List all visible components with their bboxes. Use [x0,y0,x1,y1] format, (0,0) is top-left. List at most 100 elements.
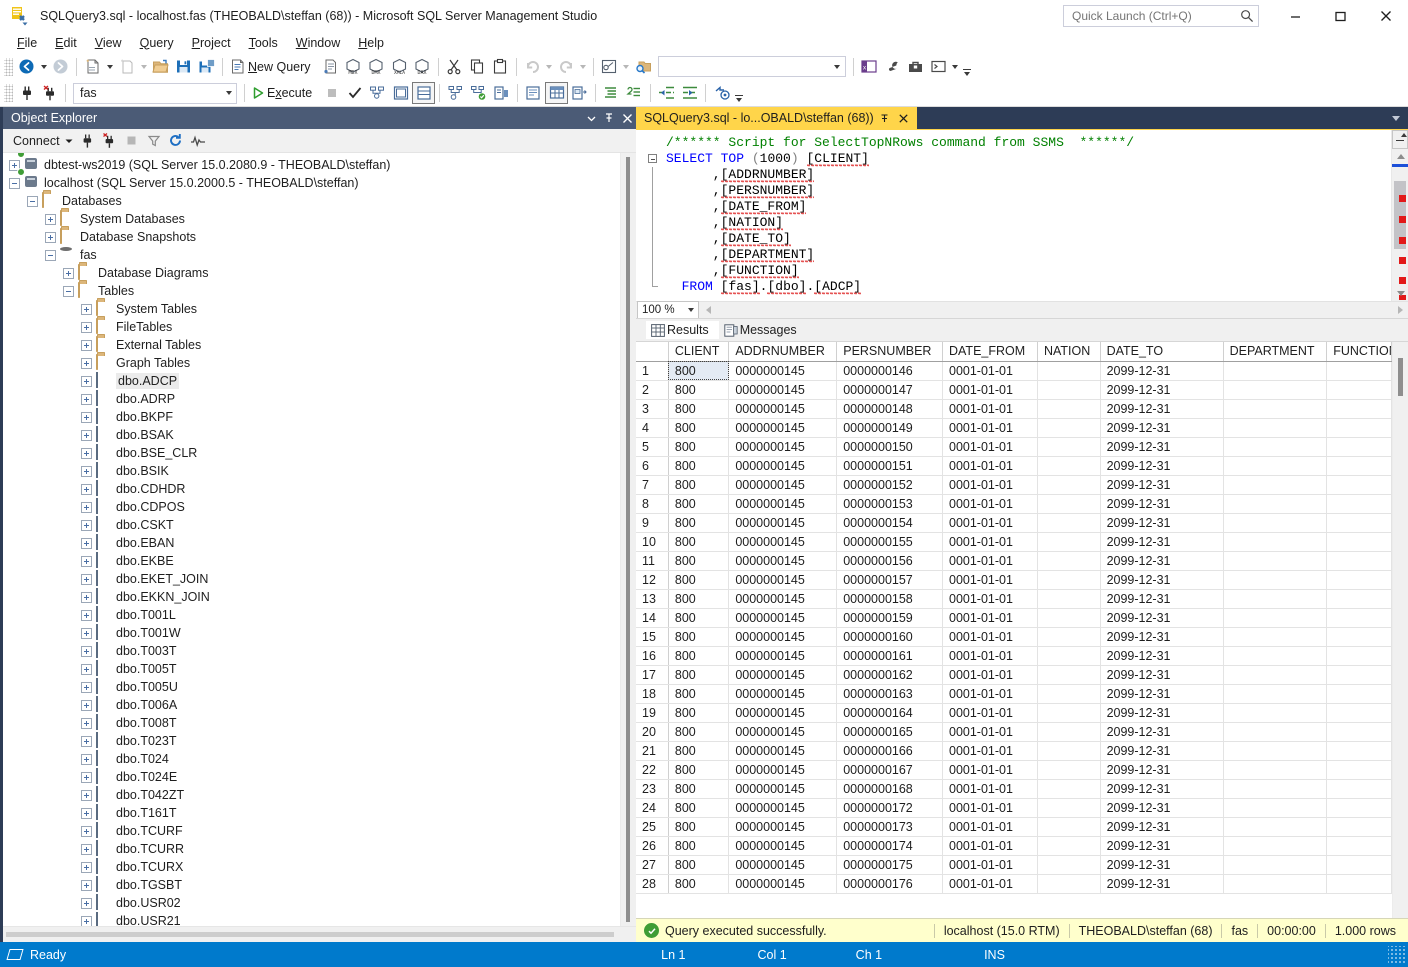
command-prompt-icon[interactable] [927,56,950,78]
error-marker[interactable] [1399,257,1406,264]
tree-expander-icon[interactable] [81,825,92,837]
cell-function[interactable] [1326,475,1392,495]
cell-date-from[interactable]: 0001-01-01 [942,817,1038,837]
table-row[interactable]: 6 800 0000000145 0000000151 0001-01-01 2099-1… [636,456,1392,476]
sql-editor[interactable]: /****** Script for SelectTopNRows comman… [636,129,1408,301]
cell-nation[interactable] [1037,741,1101,761]
cell-department[interactable] [1223,760,1328,780]
quick-launch-input[interactable] [1070,8,1240,24]
cell-function[interactable] [1326,380,1392,400]
cell-date-from[interactable]: 0001-01-01 [942,456,1038,476]
tree-expander-icon[interactable] [27,195,38,207]
cell-function[interactable] [1326,589,1392,609]
cell-nation[interactable] [1037,874,1101,894]
menu-edit[interactable]: Edit [46,34,86,52]
cell-date-to[interactable]: 2099-12-31 [1100,551,1224,571]
cell-client[interactable]: 800 [668,361,730,381]
tree-node[interactable]: localhost (SQL Server 15.0.2000.5 - THEO… [3,168,620,192]
chevron-down-icon[interactable] [830,65,845,69]
tree-node[interactable]: dbo.BSE_CLR [3,444,620,462]
code-line[interactable]: ,[DEPARTMENT] [636,247,1391,265]
cell-persnumber[interactable]: 0000000154 [836,513,943,533]
row-number-cell[interactable]: 10 [636,532,669,552]
menu-tools[interactable]: Tools [240,34,287,52]
find-combo[interactable] [657,56,846,77]
cell-persnumber[interactable]: 0000000158 [836,589,943,609]
cell-persnumber[interactable]: 0000000149 [836,418,943,438]
error-marker[interactable] [1399,216,1406,223]
cell-nation[interactable] [1037,855,1101,875]
tree-node[interactable]: Database Diagrams [3,264,620,282]
tree-node[interactable]: dbo.T005U [3,678,620,696]
cell-date-from[interactable]: 0001-01-01 [942,437,1038,457]
cell-addrnumber[interactable]: 0000000145 [728,589,838,609]
cell-department[interactable] [1223,779,1328,799]
tree-node[interactable]: dbo.T024E [3,768,620,786]
cell-client[interactable]: 800 [668,608,730,628]
cell-addrnumber[interactable]: 0000000145 [728,437,838,457]
cell-date-to[interactable]: 2099-12-31 [1100,608,1224,628]
tree-expander-icon[interactable] [81,465,92,477]
tree-node[interactable]: dbo.T006A [3,696,620,714]
cell-function[interactable] [1326,836,1392,856]
cell-function[interactable] [1326,703,1392,723]
cell-persnumber[interactable]: 0000000175 [836,855,943,875]
results-grid-scrollarea[interactable]: CLIENT ADDRNUMBER PERSNUMBER DATE_FROM N… [636,342,1392,918]
undo-dropdown[interactable] [544,56,555,78]
cell-date-to[interactable]: 2099-12-31 [1100,361,1224,381]
cell-date-from[interactable]: 0001-01-01 [942,703,1038,723]
code-line[interactable]: /****** Script for SelectTopNRows comman… [636,135,1391,151]
cell-function[interactable] [1326,418,1392,438]
cell-client[interactable]: 800 [668,665,730,685]
cell-date-from[interactable]: 0001-01-01 [942,513,1038,533]
tree-expander-icon[interactable] [81,861,92,873]
tree-node[interactable]: dbo.ADRP [3,390,620,408]
row-number-cell[interactable]: 17 [636,665,669,685]
new-project-icon[interactable] [81,56,104,78]
tree-expander-icon[interactable] [81,771,92,783]
cell-function[interactable] [1326,570,1392,590]
row-number-cell[interactable]: 13 [636,589,669,609]
include-live-query-statistics-icon[interactable] [467,82,490,104]
sql-toolbar-overflow-icon[interactable] [733,82,745,104]
table-row[interactable]: 9 800 0000000145 0000000154 0001-01-01 2099-1… [636,513,1392,533]
cell-client[interactable]: 800 [668,627,730,647]
cell-date-from[interactable]: 0001-01-01 [942,798,1038,818]
cell-nation[interactable] [1037,475,1101,495]
cell-client[interactable]: 800 [668,380,730,400]
cell-date-from[interactable]: 0001-01-01 [942,836,1038,856]
row-number-cell[interactable]: 15 [636,627,669,647]
cell-date-to[interactable]: 2099-12-31 [1100,836,1224,856]
object-explorer-tree[interactable]: dbtest-ws2019 (SQL Server 15.0.2080.9 - … [3,153,620,926]
table-row[interactable]: 5 800 0000000145 0000000150 0001-01-01 2099-1… [636,437,1392,457]
table-row[interactable]: 21 800 0000000145 0000000166 0001-01-01 2099-… [636,741,1392,761]
tree-node[interactable]: dbo.TGSBT [3,876,620,894]
tree-node[interactable]: dbo.CDPOS [3,498,620,516]
cell-date-from[interactable]: 0001-01-01 [942,475,1038,495]
table-row[interactable]: 27 800 0000000145 0000000175 0001-01-01 2099-… [636,855,1392,875]
cell-date-from[interactable]: 0001-01-01 [942,608,1038,628]
open-item-icon[interactable] [115,56,138,78]
cell-persnumber[interactable]: 0000000146 [836,361,943,381]
tree-expander-icon[interactable] [63,285,74,297]
row-number-cell[interactable]: 3 [636,399,669,419]
cell-addrnumber[interactable]: 0000000145 [728,817,838,837]
cell-function[interactable] [1326,456,1392,476]
cell-persnumber[interactable]: 0000000167 [836,760,943,780]
row-number-cell[interactable]: 26 [636,836,669,856]
cell-date-from[interactable]: 0001-01-01 [942,399,1038,419]
quick-launch-box[interactable] [1063,5,1259,27]
menu-project[interactable]: Project [183,34,240,52]
cell-client[interactable]: 800 [668,570,730,590]
row-number-cell[interactable]: 20 [636,722,669,742]
cell-nation[interactable] [1037,684,1101,704]
cell-nation[interactable] [1037,494,1101,514]
cell-function[interactable] [1326,513,1392,533]
cell-nation[interactable] [1037,589,1101,609]
cell-date-from[interactable]: 0001-01-01 [942,874,1038,894]
tree-expander-icon[interactable] [45,213,56,225]
row-number-cell[interactable]: 18 [636,684,669,704]
paste-icon[interactable] [489,56,512,78]
tree-node[interactable]: dbo.EKKN_JOIN [3,588,620,606]
xmla-query-icon[interactable]: XMLA [388,56,411,78]
